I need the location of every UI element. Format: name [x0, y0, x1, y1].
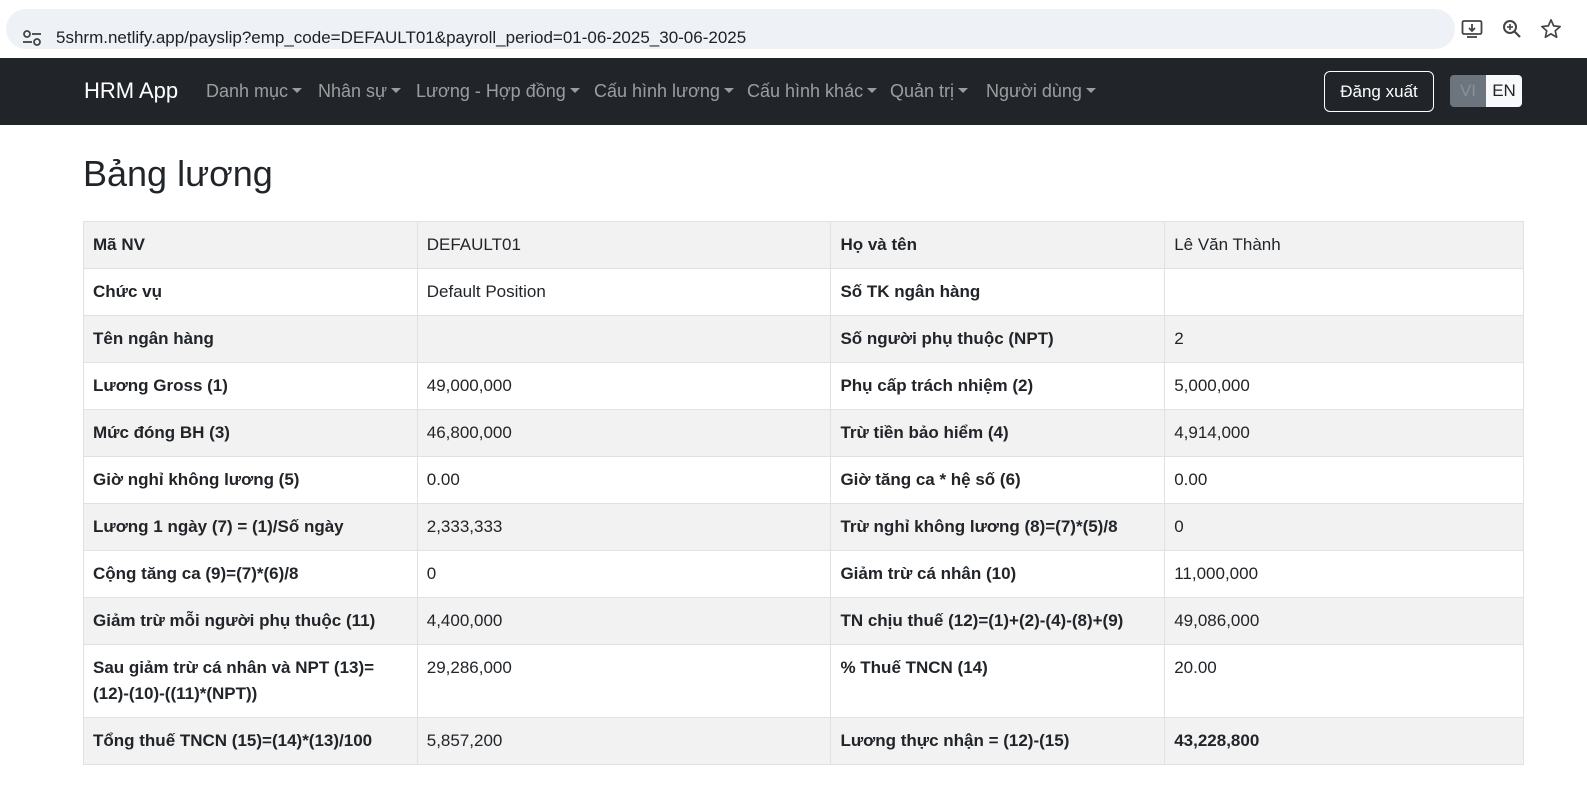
page-title: Bảng lương — [83, 153, 273, 194]
field-label: Sau giảm trừ cá nhân và NPT (13)=(12)-(1… — [83, 644, 418, 718]
table-row: Lương Gross (1) 49,000,000 Phụ cấp trách n… — [83, 362, 1524, 410]
field-value: 20.00 — [1164, 644, 1524, 718]
field-value: Lê Văn Thành — [1164, 221, 1524, 269]
zoom-icon[interactable] — [1500, 17, 1524, 41]
caret-down-icon — [1085, 88, 1096, 94]
top-navbar: HRM App Danh mục Nhân sự Lương - Hợp đồn… — [0, 58, 1587, 125]
field-label: Tổng thuế TNCN (15)=(14)*(13)/100 — [83, 717, 418, 765]
field-value: 43,228,800 — [1164, 717, 1524, 765]
field-value: 49,086,000 — [1164, 597, 1524, 645]
field-value: 0 — [416, 550, 832, 598]
brand-logo[interactable]: HRM App — [84, 78, 178, 104]
install-app-icon[interactable] — [1460, 17, 1484, 41]
table-row: Tên ngân hàng Số người phụ thuộc (NPT) 2 — [83, 315, 1524, 363]
field-label: Họ và tên — [830, 221, 1166, 269]
table-row: Sau giảm trừ cá nhân và NPT (13)=(12)-(1… — [83, 644, 1524, 718]
nav-menu-nguoi-dung[interactable]: Người dùng — [986, 81, 1096, 102]
field-label: Giờ tăng ca * hệ số (6) — [830, 456, 1166, 504]
field-label: Giờ nghỉ không lương (5) — [83, 456, 418, 504]
nav-menu-luong-hop-dong[interactable]: Lương - Hợp đồng — [416, 81, 580, 102]
nav-menu-cau-hinh-luong[interactable]: Cấu hình lương — [594, 81, 734, 102]
nav-menu-label: Cấu hình lương — [594, 81, 720, 101]
nav-menu-label: Quản trị — [890, 81, 955, 101]
field-label: Số người phụ thuộc (NPT) — [830, 315, 1166, 363]
nav-menu-label: Lương - Hợp đồng — [416, 81, 566, 101]
table-row: Chức vụ Default Position Số TK ngân hàng — [83, 268, 1524, 316]
field-label: Lương thực nhận = (12)-(15) — [830, 717, 1166, 765]
field-value: 0.00 — [416, 456, 832, 504]
table-row: Tổng thuế TNCN (15)=(14)*(13)/100 5,857,2… — [83, 717, 1524, 765]
nav-menu-quan-tri[interactable]: Quản trị — [890, 81, 969, 102]
field-value: 2 — [1164, 315, 1524, 363]
field-value: 49,000,000 — [416, 362, 832, 410]
logout-button[interactable]: Đăng xuất — [1324, 71, 1434, 112]
field-label: Tên ngân hàng — [83, 315, 418, 363]
caret-down-icon — [723, 88, 734, 94]
field-value — [1164, 268, 1524, 316]
payslip-table: Mã NV DEFAULT01 Họ và tên Lê Văn Thành Chức … — [83, 221, 1524, 765]
address-bar[interactable]: 5shrm.netlify.app/payslip?emp_code=DEFAU… — [6, 9, 1455, 49]
field-value: 4,400,000 — [416, 597, 832, 645]
field-value: 46,800,000 — [416, 409, 832, 457]
nav-menu-danh-muc[interactable]: Danh mục — [206, 81, 303, 102]
url-text[interactable]: 5shrm.netlify.app/payslip?emp_code=DEFAU… — [56, 28, 746, 48]
caret-down-icon — [958, 88, 969, 94]
field-value: 29,286,000 — [416, 644, 832, 718]
nav-menu-nhan-su[interactable]: Nhân sự — [318, 81, 402, 102]
field-value: 4,914,000 — [1164, 409, 1524, 457]
field-label: Lương 1 ngày (7) = (1)/Số ngày — [83, 503, 418, 551]
caret-down-icon — [569, 88, 580, 94]
field-label: Mức đóng BH (3) — [83, 409, 418, 457]
nav-menu-label: Nhân sự — [318, 81, 388, 101]
table-row: Lương 1 ngày (7) = (1)/Số ngày 2,333,333 T… — [83, 503, 1524, 551]
field-label: Mã NV — [83, 221, 418, 269]
lang-vi-button[interactable]: VI — [1450, 75, 1486, 107]
field-label: Giảm trừ cá nhân (10) — [830, 550, 1166, 598]
field-label: Trừ nghỉ không lương (8)=(7)*(5)/8 — [830, 503, 1166, 551]
field-label: Cộng tăng ca (9)=(7)*(6)/8 — [83, 550, 418, 598]
field-label: Phụ cấp trách nhiệm (2) — [830, 362, 1166, 410]
field-value — [416, 315, 832, 363]
field-label: Số TK ngân hàng — [830, 268, 1166, 316]
caret-down-icon — [292, 88, 303, 94]
field-label: Giảm trừ mỗi người phụ thuộc (11) — [83, 597, 418, 645]
field-value: DEFAULT01 — [416, 221, 832, 269]
field-value: 5,857,200 — [416, 717, 832, 765]
field-value: 0.00 — [1164, 456, 1524, 504]
field-value: 0 — [1164, 503, 1524, 551]
caret-down-icon — [867, 88, 878, 94]
caret-down-icon — [391, 88, 402, 94]
table-row: Mã NV DEFAULT01 Họ và tên Lê Văn Thành — [83, 221, 1524, 269]
field-label: % Thuế TNCN (14) — [830, 644, 1166, 718]
field-label: Trừ tiền bảo hiểm (4) — [830, 409, 1166, 457]
field-value: 11,000,000 — [1164, 550, 1524, 598]
nav-menu-label: Danh mục — [206, 81, 289, 101]
field-label: Lương Gross (1) — [83, 362, 418, 410]
table-row: Mức đóng BH (3) 46,800,000 Trừ tiền bảo hi… — [83, 409, 1524, 457]
nav-menu-cau-hinh-khac[interactable]: Cấu hình khác — [747, 81, 878, 102]
lang-en-button[interactable]: EN — [1486, 75, 1522, 107]
table-row: Giờ nghỉ không lương (5) 0.00 Giờ tăng ca … — [83, 456, 1524, 504]
field-value: 5,000,000 — [1164, 362, 1524, 410]
table-row: Cộng tăng ca (9)=(7)*(6)/8 0 Giảm trừ cá n… — [83, 550, 1524, 598]
browser-toolbar: 5shrm.netlify.app/payslip?emp_code=DEFAU… — [0, 0, 1587, 58]
tune-icon[interactable] — [22, 29, 42, 47]
table-row: Giảm trừ mỗi người phụ thuộc (11) 4,400,0… — [83, 597, 1524, 645]
nav-menu-label: Cấu hình khác — [747, 81, 864, 101]
star-icon[interactable] — [1539, 17, 1563, 41]
field-label: Chức vụ — [83, 268, 418, 316]
field-value: 2,333,333 — [416, 503, 832, 551]
nav-menu-label: Người dùng — [986, 81, 1082, 101]
field-value: Default Position — [416, 268, 832, 316]
field-label: TN chịu thuế (12)=(1)+(2)-(4)-(8)+(9) — [830, 597, 1166, 645]
